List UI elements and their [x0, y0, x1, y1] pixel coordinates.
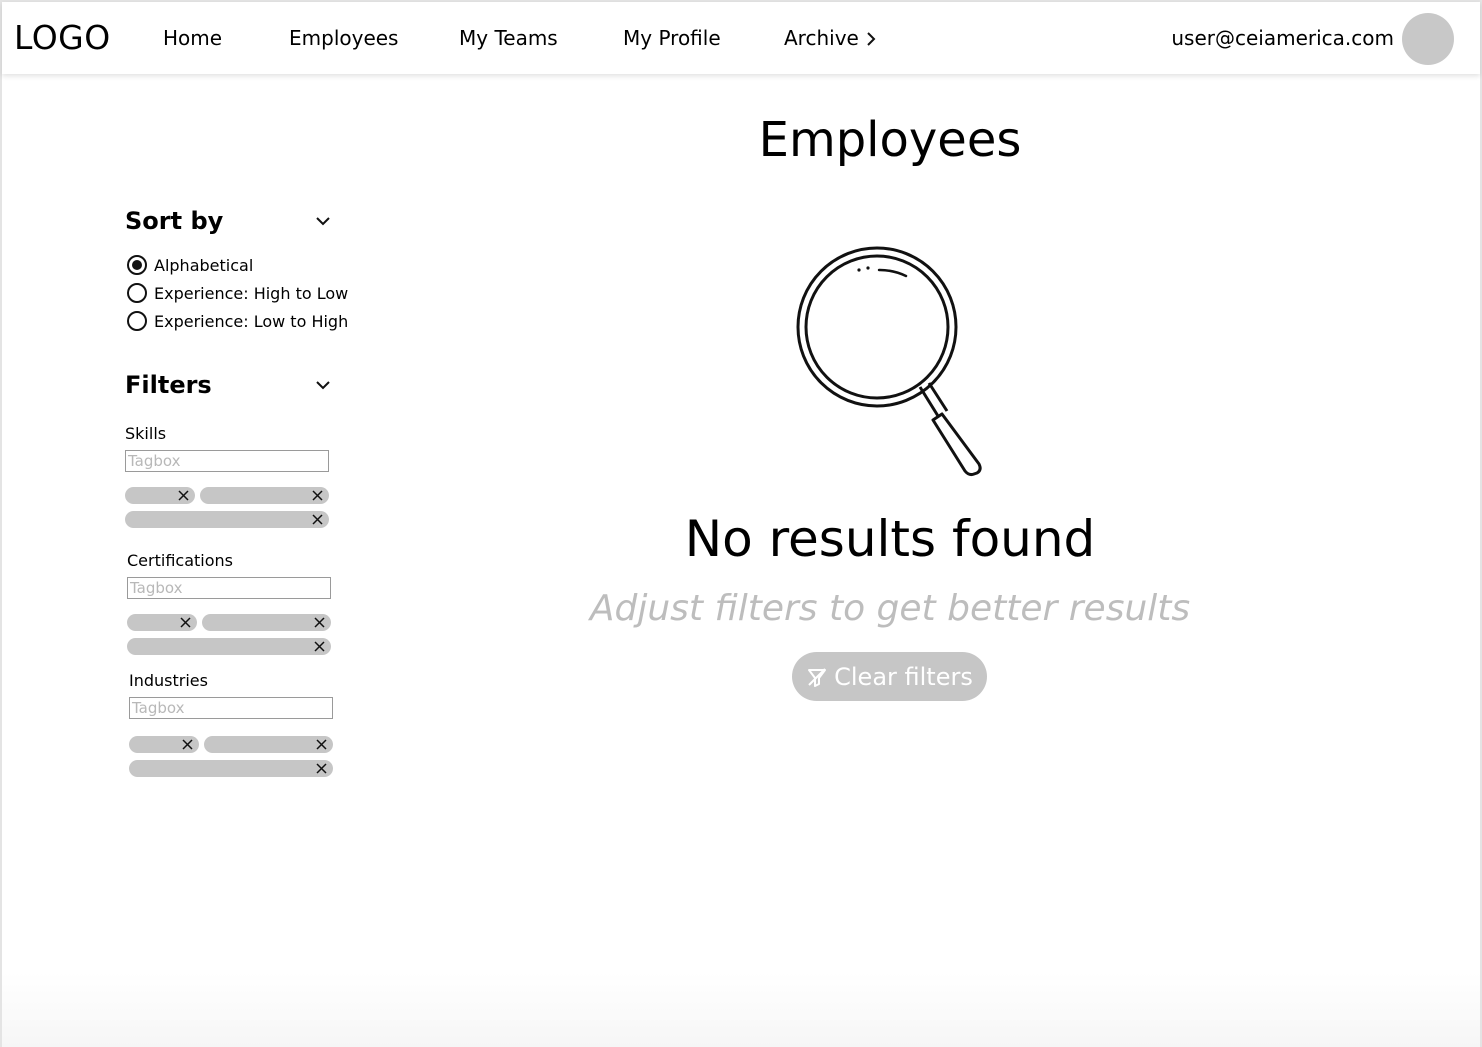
nav-item-archive[interactable]: Archive: [784, 26, 859, 50]
certifications-tag-chip: [202, 614, 331, 631]
clear-filters-label: Clear filters: [834, 662, 973, 691]
sort-collapse-chevron-down-icon[interactable]: [314, 216, 332, 228]
nav-item-employees[interactable]: Employees: [289, 26, 398, 50]
nav-item-my-profile[interactable]: My Profile: [623, 26, 721, 50]
nav-item-home[interactable]: Home: [163, 26, 222, 50]
radio-button[interactable]: [127, 311, 147, 331]
nav-item-my-teams[interactable]: My Teams: [459, 26, 558, 50]
certifications-tag-chip: [127, 638, 331, 655]
page-title: Employees: [758, 112, 1022, 168]
close-icon[interactable]: [313, 640, 326, 653]
sort-option-experience-high-to-low[interactable]: Experience: High to Low: [127, 282, 348, 304]
skills-tag-chip: [200, 487, 329, 504]
close-icon[interactable]: [315, 738, 328, 751]
industries-tag-chip: [204, 736, 333, 753]
empty-state-title: No results found: [684, 510, 1096, 568]
close-icon[interactable]: [313, 616, 326, 629]
sort-option-label: Alphabetical: [154, 255, 254, 275]
close-icon[interactable]: [179, 616, 192, 629]
logo[interactable]: LOGO: [14, 18, 111, 57]
empty-state-subtitle: Adjust filters to get better results: [589, 588, 1191, 629]
certifications-tag-chip: [127, 614, 197, 631]
filters-collapse-chevron-down-icon[interactable]: [314, 380, 332, 392]
filters-heading: Filters: [125, 371, 212, 399]
certifications-tagbox-input[interactable]: Tagbox: [127, 577, 331, 599]
chevron-right-icon[interactable]: [864, 30, 878, 48]
skills-tag-chip: [125, 511, 329, 528]
sort-option-experience-low-to-high[interactable]: Experience: Low to High: [127, 310, 348, 332]
filter-label-skills: Skills: [125, 424, 167, 443]
close-icon[interactable]: [177, 489, 190, 502]
filter-label-industries: Industries: [129, 671, 208, 690]
filter-off-icon: [808, 667, 827, 687]
industries-tagbox-input[interactable]: Tagbox: [129, 697, 333, 719]
close-icon[interactable]: [311, 513, 324, 526]
close-icon[interactable]: [181, 738, 194, 751]
top-navigation-bar: LOGO Home Employees My Teams My Profile …: [2, 2, 1480, 74]
magnifying-glass-icon: [796, 246, 982, 477]
sort-option-label: Experience: High to Low: [154, 283, 349, 303]
clear-filters-button[interactable]: Clear filters: [792, 652, 987, 701]
radio-button[interactable]: [127, 283, 147, 303]
industries-tag-chip: [129, 736, 199, 753]
industries-tag-chip: [129, 760, 333, 777]
sort-option-label: Experience: Low to High: [154, 311, 349, 331]
skills-tag-chip: [125, 487, 195, 504]
sort-by-heading: Sort by: [125, 207, 224, 235]
avatar[interactable]: [1402, 13, 1454, 65]
skills-tagbox-input[interactable]: Tagbox: [125, 450, 329, 472]
filter-label-certifications: Certifications: [127, 551, 233, 570]
radio-button-checked[interactable]: [127, 255, 147, 275]
close-icon[interactable]: [311, 489, 324, 502]
user-email[interactable]: user@ceiamerica.com: [1171, 26, 1394, 50]
sort-option-alphabetical[interactable]: Alphabetical: [127, 254, 253, 276]
close-icon[interactable]: [315, 762, 328, 775]
